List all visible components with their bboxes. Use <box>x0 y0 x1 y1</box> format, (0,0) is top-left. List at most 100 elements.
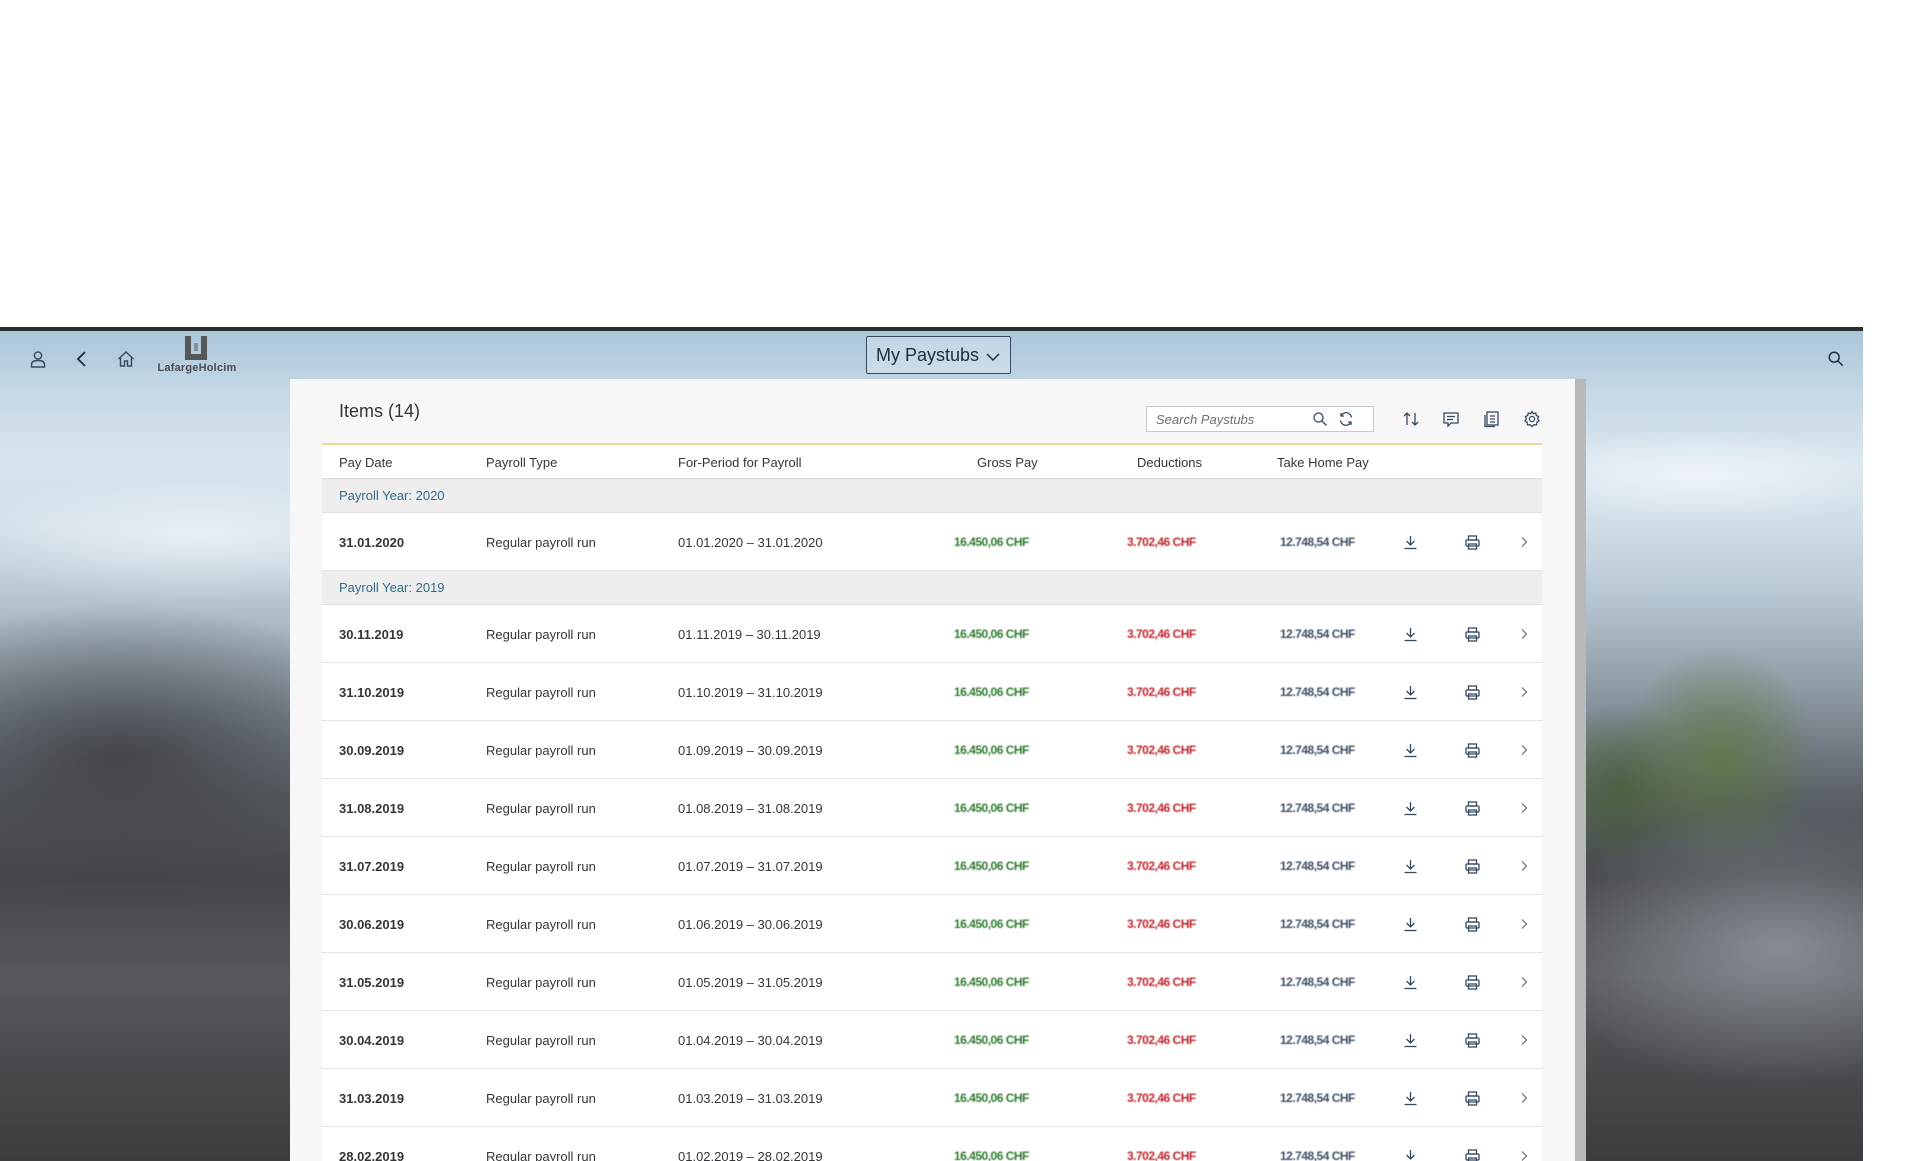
download-button[interactable] <box>1398 1011 1422 1069</box>
pay-date: 30.11.2019 <box>339 626 404 642</box>
deductions: 3.702,46 CHF <box>1127 1149 1196 1161</box>
download-button[interactable] <box>1398 895 1422 953</box>
chevron-right-icon <box>1521 861 1528 871</box>
print-button[interactable] <box>1460 1011 1484 1069</box>
download-button[interactable] <box>1398 837 1422 895</box>
search-submit-button[interactable] <box>1307 407 1333 431</box>
download-button[interactable] <box>1398 663 1422 721</box>
take-home-pay: 12.748,54 CHF <box>1280 627 1355 641</box>
print-button[interactable] <box>1460 953 1484 1011</box>
filter-button[interactable] <box>1437 406 1465 432</box>
navigate-button[interactable] <box>1514 837 1534 895</box>
navigate-button[interactable] <box>1514 663 1534 721</box>
pay-date: 31.07.2019 <box>339 858 405 874</box>
download-button[interactable] <box>1398 1127 1422 1161</box>
navigate-button[interactable] <box>1514 1127 1534 1161</box>
navigate-button[interactable] <box>1514 513 1534 571</box>
column-header-pay-date[interactable]: Pay Date <box>339 445 392 479</box>
table-row[interactable]: 30.09.2019 Regular payroll run 01.09.201… <box>322 721 1542 779</box>
print-button[interactable] <box>1460 779 1484 837</box>
refresh-button[interactable] <box>1333 407 1359 431</box>
download-button[interactable] <box>1398 1069 1422 1127</box>
print-button[interactable] <box>1460 605 1484 663</box>
table-row[interactable]: 28.02.2019 Regular payroll run 01.02.201… <box>322 1127 1542 1161</box>
pay-date: 31.08.2019 <box>339 800 405 816</box>
export-button[interactable] <box>1478 406 1506 432</box>
search-field[interactable] <box>1146 406 1374 432</box>
take-home-pay: 12.748,54 CHF <box>1280 917 1355 931</box>
table-row[interactable]: 30.11.2019 Regular payroll run 01.11.201… <box>322 605 1542 663</box>
payroll-period: 01.07.2019 – 31.07.2019 <box>678 858 823 874</box>
group-header-2020: Payroll Year: 2020 <box>322 479 1542 513</box>
payroll-period: 01.02.2019 – 28.02.2019 <box>678 1148 823 1161</box>
download-icon <box>1404 627 1416 641</box>
deductions: 3.702,46 CHF <box>1127 743 1196 757</box>
navigate-button[interactable] <box>1514 895 1534 953</box>
sort-button[interactable] <box>1397 406 1425 432</box>
download-button[interactable] <box>1398 513 1422 571</box>
download-button[interactable] <box>1398 779 1422 837</box>
user-menu-button[interactable] <box>20 341 56 377</box>
table-row[interactable]: 31.08.2019 Regular payroll run 01.08.201… <box>322 779 1542 837</box>
print-button[interactable] <box>1460 513 1484 571</box>
print-button[interactable] <box>1460 837 1484 895</box>
print-button[interactable] <box>1460 895 1484 953</box>
print-button[interactable] <box>1460 1127 1484 1161</box>
payroll-type: Regular payroll run <box>486 916 596 932</box>
gross-pay: 16.450,06 CHF <box>954 1149 1029 1161</box>
column-header-gross-pay[interactable]: Gross Pay <box>977 445 1038 479</box>
download-button[interactable] <box>1398 721 1422 779</box>
download-icon <box>1404 975 1416 989</box>
search-input[interactable] <box>1147 407 1307 431</box>
pay-date: 31.03.2019 <box>339 1090 405 1106</box>
navigate-button[interactable] <box>1514 721 1534 779</box>
column-header-payroll-type[interactable]: Payroll Type <box>486 445 557 479</box>
table-row[interactable]: 31.07.2019 Regular payroll run 01.07.201… <box>322 837 1542 895</box>
column-header-take-home-pay[interactable]: Take Home Pay <box>1277 445 1369 479</box>
print-button[interactable] <box>1460 1069 1484 1127</box>
take-home-pay: 12.748,54 CHF <box>1280 1033 1355 1047</box>
download-icon <box>1404 859 1416 873</box>
back-button[interactable] <box>64 341 100 377</box>
chevron-right-icon <box>1521 1093 1528 1103</box>
column-header-period[interactable]: For-Period for Payroll <box>678 445 802 479</box>
search-icon <box>1828 351 1844 367</box>
home-button[interactable] <box>108 341 144 377</box>
print-icon <box>1464 800 1480 816</box>
payroll-period: 01.10.2019 – 31.10.2019 <box>678 684 823 700</box>
table-row[interactable]: 31.05.2019 Regular payroll run 01.05.201… <box>322 953 1542 1011</box>
navigate-button[interactable] <box>1514 779 1534 837</box>
navigate-button[interactable] <box>1514 1069 1534 1127</box>
pay-date: 31.05.2019 <box>339 974 405 990</box>
print-button[interactable] <box>1460 663 1484 721</box>
print-button[interactable] <box>1460 721 1484 779</box>
table-row[interactable]: 30.04.2019 Regular payroll run 01.04.201… <box>322 1011 1542 1069</box>
column-header-deductions[interactable]: Deductions <box>1137 445 1202 479</box>
print-icon <box>1464 626 1480 642</box>
print-icon <box>1464 916 1480 932</box>
deductions: 3.702,46 CHF <box>1127 1091 1196 1105</box>
download-icon <box>1404 1091 1416 1105</box>
paystubs-table: Items (14) Search Paystubs Pay Date Payr… <box>322 379 1542 1161</box>
navigate-button[interactable] <box>1514 953 1534 1011</box>
download-icon <box>1404 685 1416 699</box>
table-row[interactable]: 30.06.2019 Regular payroll run 01.06.201… <box>322 895 1542 953</box>
table-row[interactable]: 31.01.2020 Regular payroll run 01.01.202… <box>322 513 1542 571</box>
download-button[interactable] <box>1398 605 1422 663</box>
payroll-type: Regular payroll run <box>486 800 596 816</box>
pay-date: 30.09.2019 <box>339 742 405 758</box>
settings-button[interactable] <box>1518 406 1546 432</box>
shell-search-button[interactable] <box>1818 341 1854 377</box>
table-toolbar: Items (14) <box>322 379 1542 445</box>
table-row[interactable]: 31.10.2019 Regular payroll run 01.10.201… <box>322 663 1542 721</box>
sort-icon <box>1403 412 1419 426</box>
navigate-button[interactable] <box>1514 605 1534 663</box>
gross-pay: 16.450,06 CHF <box>954 685 1029 699</box>
navigate-button[interactable] <box>1514 1011 1534 1069</box>
download-button[interactable] <box>1398 953 1422 1011</box>
deductions: 3.702,46 CHF <box>1127 975 1196 989</box>
search-icon <box>1313 412 1327 426</box>
panel-scrollbar[interactable] <box>1575 379 1586 1161</box>
table-row[interactable]: 31.03.2019 Regular payroll run 01.03.201… <box>322 1069 1542 1127</box>
app-title-dropdown[interactable]: My Paystubs <box>866 336 1011 374</box>
